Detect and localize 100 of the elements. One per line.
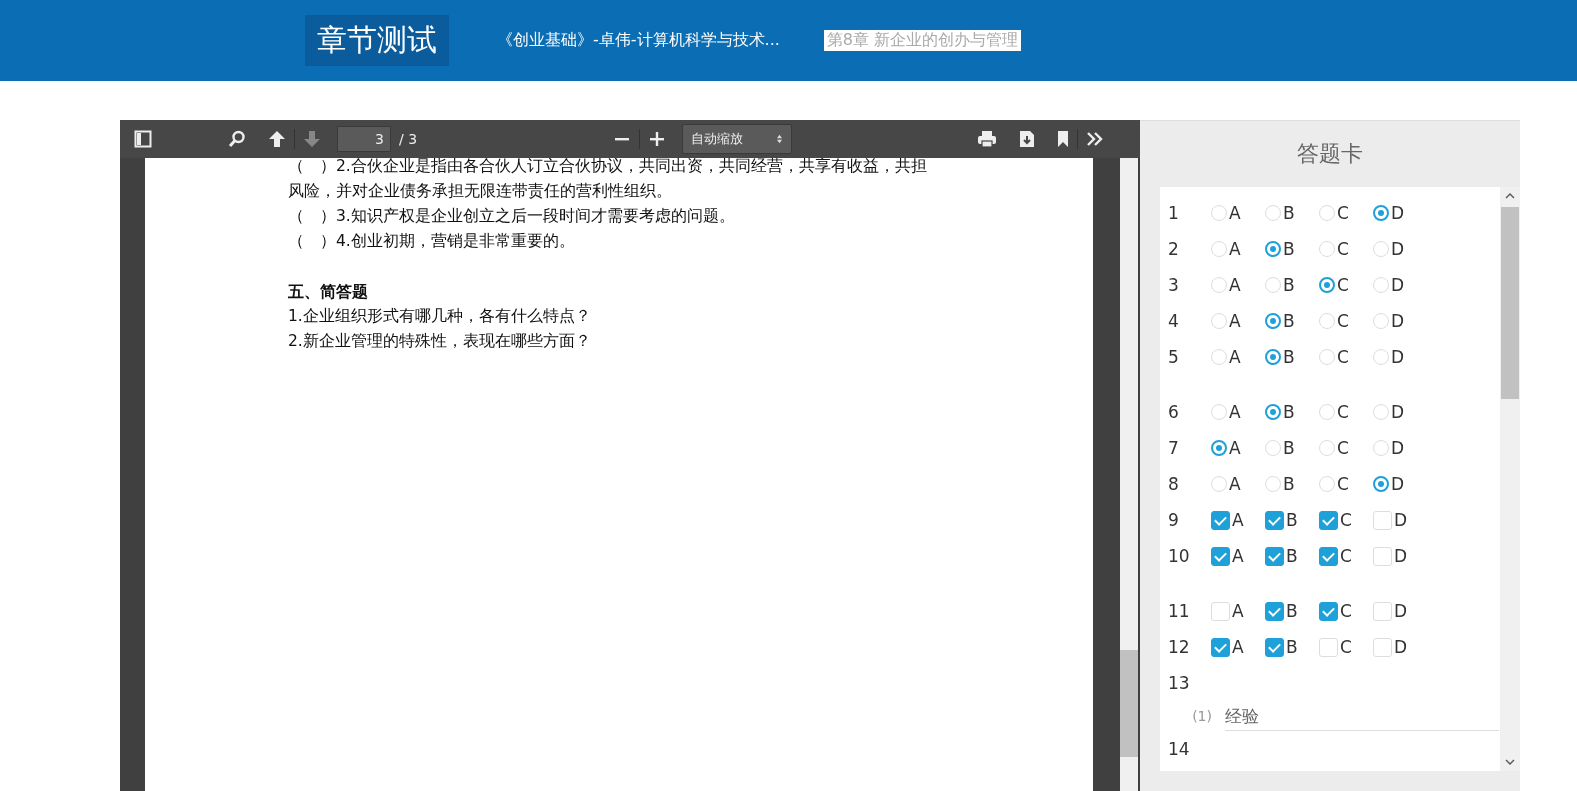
option-label: B <box>1286 510 1298 530</box>
option-label: C <box>1337 275 1349 295</box>
checkbox[interactable] <box>1265 546 1284 566</box>
document-text: 1.企业组织形式有哪几种，各有什么特点？ <box>288 306 592 327</box>
option-label: B <box>1283 311 1295 331</box>
question-number: 6 <box>1167 402 1180 422</box>
search-icon[interactable] <box>228 130 246 148</box>
zoom-dropdown[interactable]: 自动缩放 <box>682 124 793 154</box>
option-label: B <box>1283 347 1295 367</box>
option-label: D <box>1391 347 1405 367</box>
scroll-up-icon[interactable] <box>1505 193 1515 199</box>
radio-button[interactable] <box>1211 440 1227 456</box>
radio-button[interactable] <box>1373 205 1389 221</box>
option-label: A <box>1232 601 1244 621</box>
question-number: 11 <box>1167 601 1191 621</box>
option-label: D <box>1391 402 1405 422</box>
download-icon[interactable] <box>1019 130 1035 148</box>
checkbox[interactable] <box>1211 510 1230 530</box>
option-label: A <box>1229 203 1241 223</box>
option-label: C <box>1337 474 1349 494</box>
page-title: 章节测试 <box>305 15 449 66</box>
option-label: D <box>1391 311 1405 331</box>
radio-button[interactable] <box>1265 404 1281 420</box>
option-label: B <box>1286 601 1298 621</box>
scrollbar-thumb[interactable] <box>1501 207 1519 399</box>
option-label: A <box>1232 637 1244 657</box>
up-arrow-icon[interactable] <box>268 130 286 148</box>
option-label: C <box>1337 402 1349 422</box>
radio-button[interactable] <box>1265 349 1281 365</box>
radio-button[interactable] <box>1265 241 1281 257</box>
option-label: A <box>1232 510 1244 530</box>
option-label: B <box>1283 275 1295 295</box>
question-number: 2 <box>1167 239 1180 259</box>
option-label: B <box>1283 402 1295 422</box>
question-number: 4 <box>1167 311 1180 331</box>
option-label: D <box>1391 275 1405 295</box>
option-label: A <box>1229 311 1241 331</box>
page-number-field[interactable]: 3 <box>337 126 391 152</box>
option-label: D <box>1394 637 1408 657</box>
answer-card-title: 答题卡 <box>1296 140 1364 168</box>
option-label: C <box>1337 203 1349 223</box>
sidebar-toggle-icon[interactable] <box>134 130 152 148</box>
document-text: 风险，并对企业债务承担无限连带责任的营利性组织。 <box>288 181 673 202</box>
option-label: D <box>1391 239 1405 259</box>
course-name: 《创业基础》-卓伟-计算机科学与技术... <box>497 30 780 51</box>
checkbox[interactable] <box>1319 510 1338 530</box>
checkbox[interactable] <box>1265 601 1284 621</box>
document-text: （ ）4.创业初期，营销是非常重要的。 <box>288 231 576 252</box>
radio-button[interactable] <box>1265 313 1281 329</box>
checkbox[interactable] <box>1319 601 1338 621</box>
option-label: C <box>1340 546 1352 566</box>
question-number: 12 <box>1167 637 1191 657</box>
option-label: B <box>1283 203 1295 223</box>
question-number: 10 <box>1167 546 1191 566</box>
option-label: B <box>1286 637 1298 657</box>
checkbox[interactable] <box>1211 546 1230 566</box>
page-count: / 3 <box>399 131 418 147</box>
option-label: A <box>1229 438 1241 458</box>
scroll-down-icon[interactable] <box>1505 759 1515 765</box>
question-number: 14 <box>1167 739 1191 759</box>
question-number: 8 <box>1167 474 1180 494</box>
checkbox[interactable] <box>1265 510 1284 530</box>
option-label: A <box>1229 474 1241 494</box>
dropdown-arrow-icon <box>776 134 784 144</box>
down-arrow-icon[interactable] <box>303 130 321 148</box>
option-label: C <box>1340 510 1352 530</box>
option-label: C <box>1337 438 1349 458</box>
bookmark-icon[interactable] <box>1057 130 1069 148</box>
option-label: D <box>1394 546 1408 566</box>
zoom-in-icon[interactable] <box>648 130 667 148</box>
checkbox[interactable] <box>1211 637 1230 657</box>
scrollbar[interactable] <box>1500 187 1520 771</box>
question-number: 7 <box>1167 438 1180 458</box>
option-label: C <box>1337 347 1349 367</box>
option-label: A <box>1229 402 1241 422</box>
answer-field[interactable]: 经验 <box>1225 701 1499 731</box>
option-label: C <box>1337 239 1349 259</box>
option-label: C <box>1337 311 1349 331</box>
option-label: C <box>1340 601 1352 621</box>
question-number: 9 <box>1167 510 1180 530</box>
print-icon[interactable] <box>977 130 997 148</box>
document-text: 2.新企业管理的特殊性，表现在哪些方面？ <box>288 331 592 352</box>
question-number: 5 <box>1167 347 1180 367</box>
option-label: D <box>1391 203 1405 223</box>
option-label: B <box>1286 546 1298 566</box>
blank-index: (1) <box>1191 708 1212 724</box>
double-chevron-icon[interactable] <box>1086 130 1104 148</box>
option-label: D <box>1391 438 1405 458</box>
checkbox[interactable] <box>1319 546 1338 566</box>
option-label: D <box>1394 601 1408 621</box>
question-number: 13 <box>1167 673 1191 693</box>
option-label: D <box>1394 510 1408 530</box>
radio-button[interactable] <box>1373 476 1389 492</box>
scrollbar-thumb[interactable] <box>1120 650 1138 757</box>
document-text: （ ）2.合伙企业是指由各合伙人订立合伙协议，共同出资，共同经营，共享有收益，共担 <box>288 158 928 177</box>
option-label: A <box>1229 275 1241 295</box>
option-label: B <box>1283 474 1295 494</box>
scrollbar[interactable] <box>1120 158 1138 791</box>
radio-button[interactable] <box>1319 277 1335 293</box>
checkbox[interactable] <box>1265 637 1284 657</box>
